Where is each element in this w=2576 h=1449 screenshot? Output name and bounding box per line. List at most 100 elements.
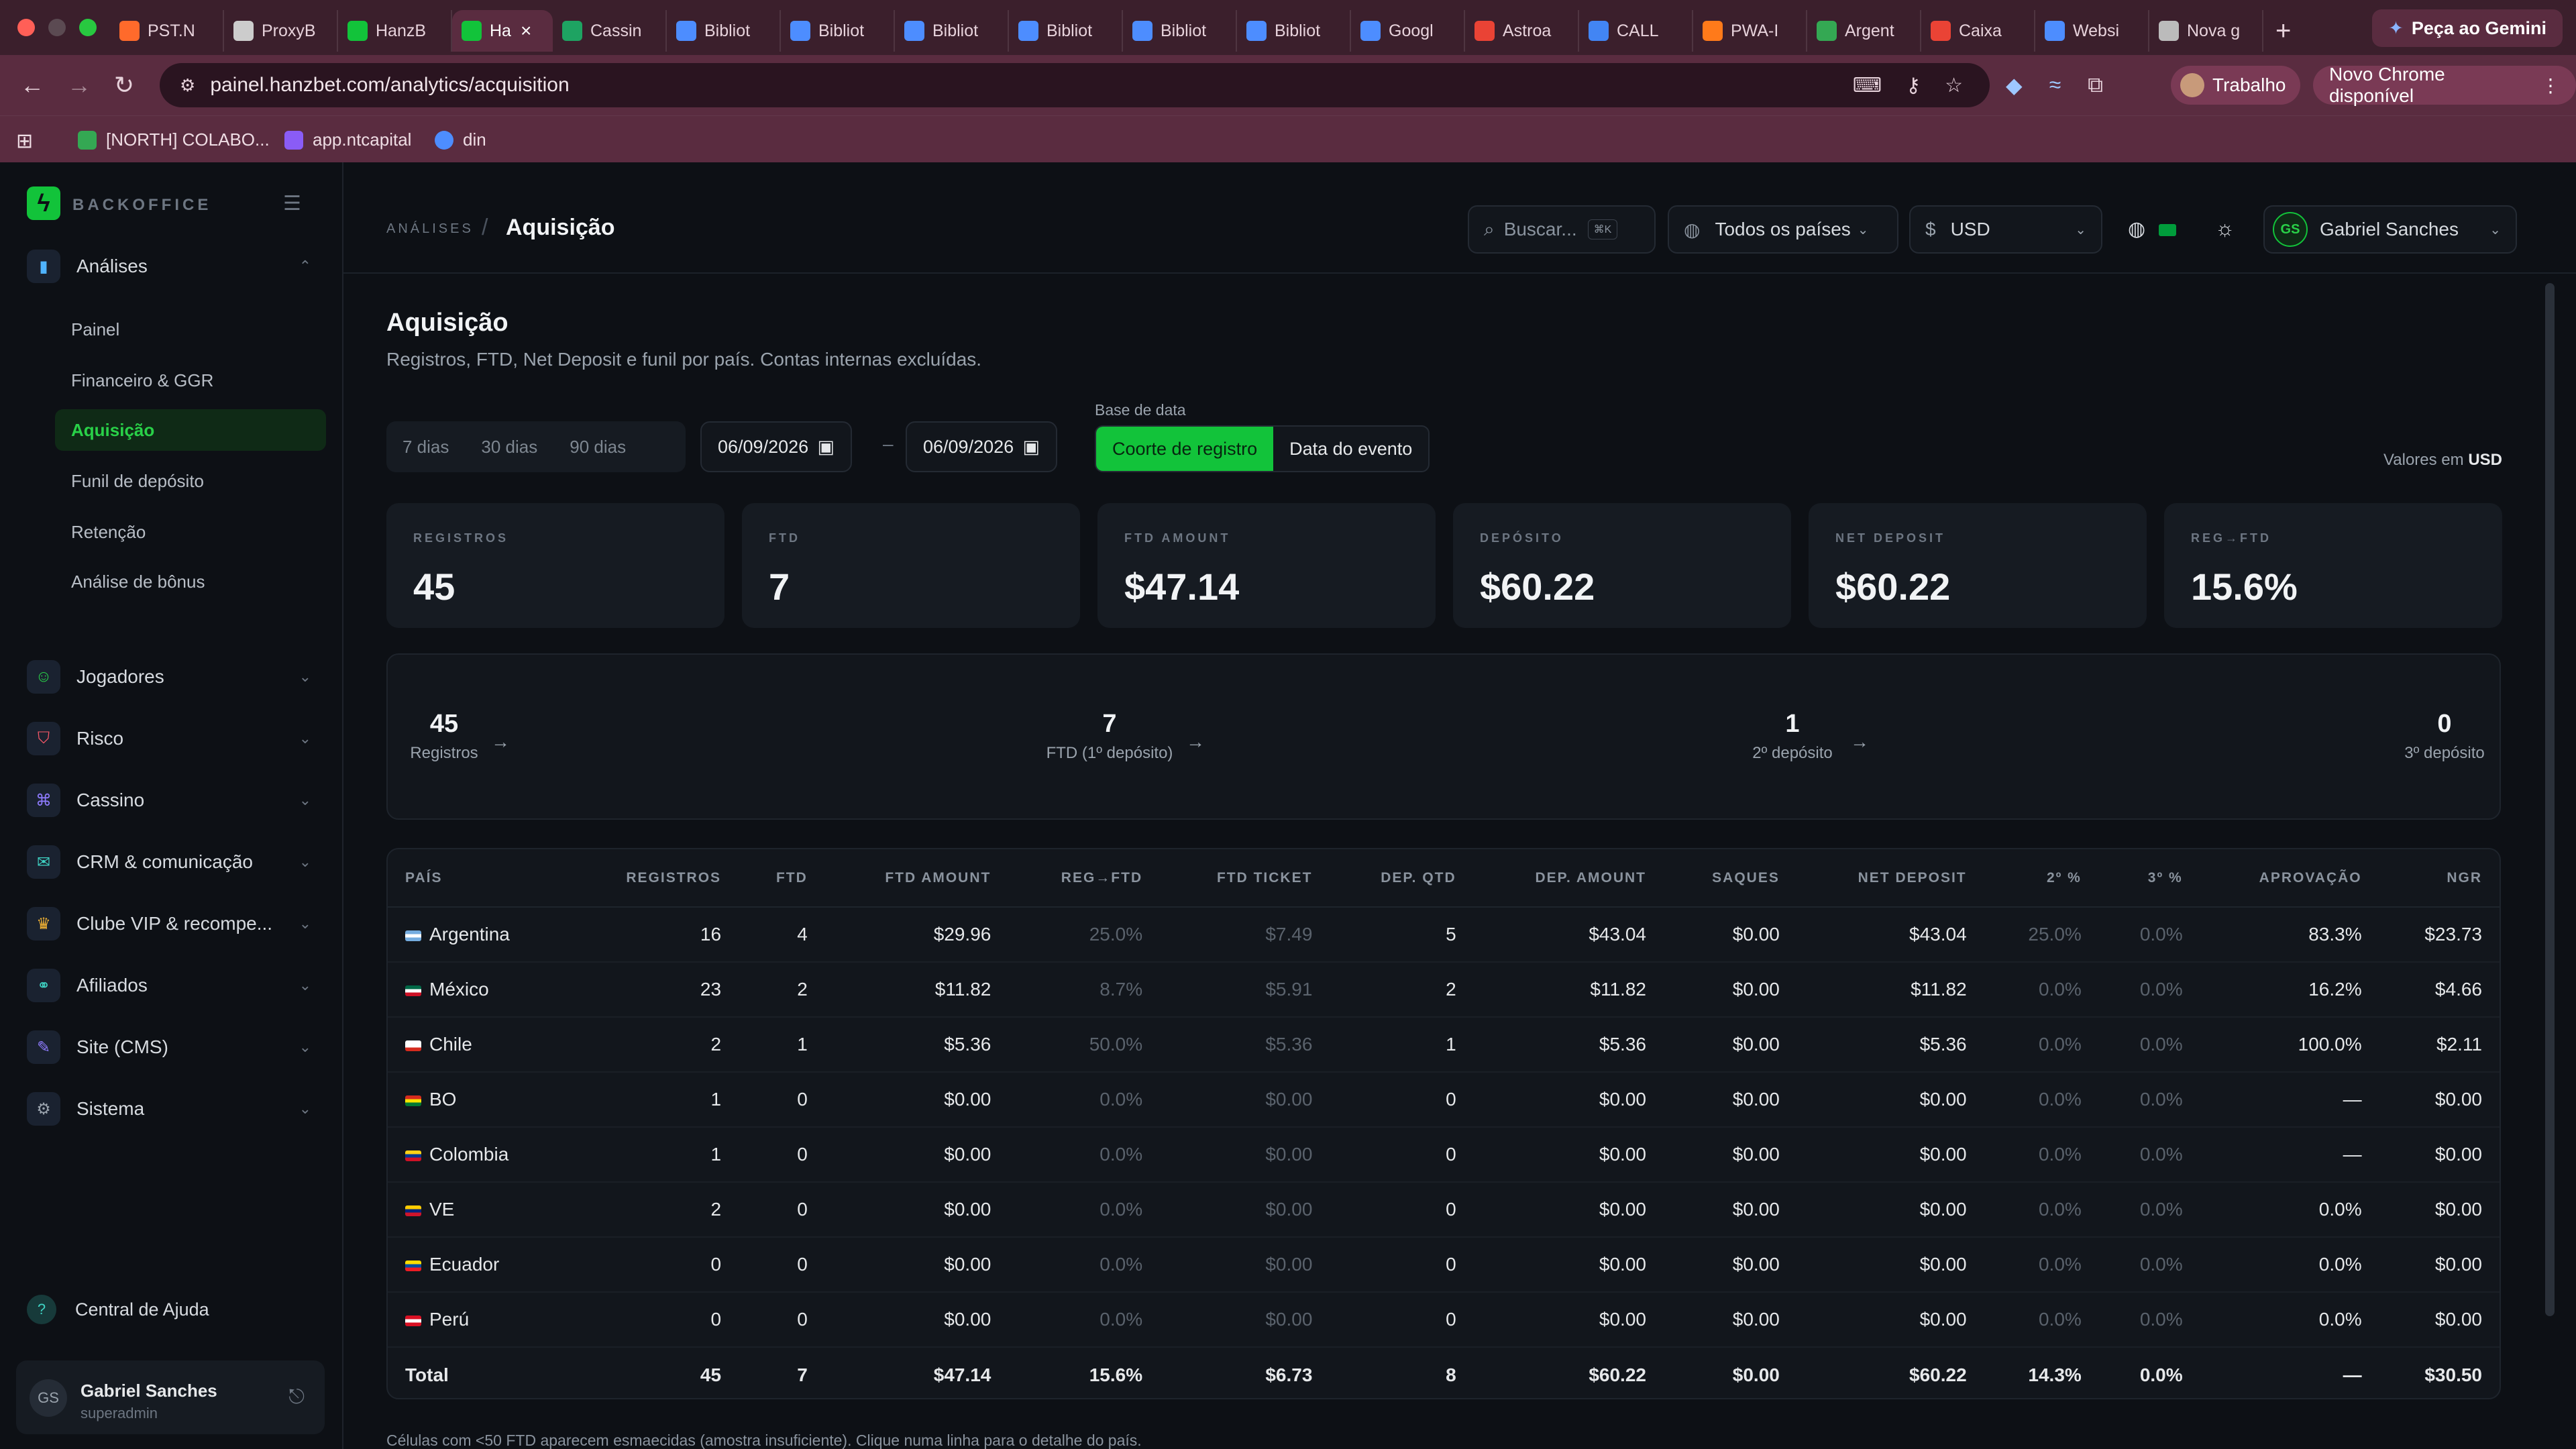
- back-arrow-icon[interactable]: ←: [20, 71, 44, 99]
- theme-sun-icon[interactable]: ☼: [2215, 216, 2235, 241]
- url-text[interactable]: painel.hanzbet.com/analytics/acquisition: [210, 74, 569, 97]
- column-header[interactable]: PAÍS: [388, 849, 570, 908]
- browser-tab[interactable]: Argent: [1807, 10, 1921, 52]
- new-tab-icon[interactable]: +: [2275, 16, 2291, 46]
- table-row[interactable]: BO 1 0 $0.00 0.0% $0.00 0 $0.00 $0.00 $0.00 0.0% 0.…: [388, 1072, 2500, 1128]
- chrome-update-button[interactable]: Novo Chrome disponível ⋮: [2313, 64, 2576, 106]
- bookmark-item[interactable]: [NORTH] COLABO...: [78, 129, 270, 150]
- window-minimize-button[interactable]: [48, 19, 66, 36]
- column-header[interactable]: 2º %: [1984, 849, 2099, 908]
- column-header[interactable]: SAQUES: [1663, 849, 1797, 908]
- site-info-icon[interactable]: ⚙: [180, 75, 195, 96]
- sidebar-group-jogadores[interactable]: ☺ Jogadores ⌄: [27, 653, 325, 700]
- extensions-puzzle-icon[interactable]: ⧉: [2088, 72, 2103, 98]
- column-header[interactable]: FTD TICKET: [1160, 849, 1330, 908]
- column-header[interactable]: FTD AMOUNT: [824, 849, 1009, 908]
- ask-gemini-button[interactable]: ✦ Peça ao Gemini: [2372, 9, 2563, 47]
- table-row[interactable]: Argentina 16 4 $29.96 25.0% $7.49 5 $43.04 $0.00…: [388, 907, 2500, 963]
- browser-tab[interactable]: Websi: [2035, 10, 2149, 52]
- calendar-icon[interactable]: ▣: [817, 437, 835, 458]
- browser-tab[interactable]: PST.N: [110, 10, 224, 52]
- table-row[interactable]: Chile 2 1 $5.36 50.0% $5.36 1 $5.36 $0.00 $5.36 0.…: [388, 1017, 2500, 1073]
- calendar-icon[interactable]: ▣: [1022, 437, 1040, 458]
- range-7d-button[interactable]: 7 dias: [386, 437, 465, 458]
- browser-tab[interactable]: Caixa: [1921, 10, 2035, 52]
- currency-select[interactable]: $ USD ⌄: [1909, 205, 2102, 254]
- browser-tab[interactable]: Bibliot: [667, 10, 781, 52]
- column-header[interactable]: NET DEPOSIT: [1796, 849, 1984, 908]
- translate-icon[interactable]: ⌨: [1853, 74, 1882, 97]
- sidebar-subitem[interactable]: Painel: [55, 309, 326, 350]
- browser-tab-active[interactable]: Ha ×: [452, 10, 553, 52]
- date-base-event-option[interactable]: Data do evento: [1273, 427, 1428, 471]
- sidebar-subitem[interactable]: Aquisição: [55, 409, 326, 451]
- collapse-sidebar-icon[interactable]: ☰: [283, 192, 301, 215]
- kebab-menu-icon[interactable]: ⋮: [2541, 74, 2560, 97]
- sidebar-subitem[interactable]: Funil de depósito: [55, 460, 326, 502]
- apps-grid-icon[interactable]: ⊞: [16, 129, 33, 153]
- profile-button[interactable]: Trabalho: [2171, 66, 2301, 105]
- sidebar-subitem[interactable]: Análise de bônus: [55, 561, 326, 602]
- browser-tab[interactable]: PWA-I: [1693, 10, 1807, 52]
- browser-tab[interactable]: Bibliot: [1237, 10, 1351, 52]
- sidebar-group-cassino[interactable]: ⌘ Cassino ⌄: [27, 777, 325, 824]
- column-header[interactable]: NGR: [2379, 849, 2500, 908]
- sidebar-group-afiliados[interactable]: ⚭ Afiliados ⌄: [27, 962, 325, 1009]
- browser-tab[interactable]: ProxyB: [224, 10, 338, 52]
- sidebar-group-risco[interactable]: ⛉ Risco ⌄: [27, 715, 325, 762]
- search-input[interactable]: ⌕ Buscar... ⌘K: [1468, 205, 1656, 254]
- brand-logo-icon[interactable]: ϟ: [27, 186, 60, 220]
- password-key-icon[interactable]: ⚷: [1906, 74, 1921, 97]
- browser-tab[interactable]: Bibliot: [895, 10, 1009, 52]
- date-to-input[interactable]: 06/09/2026 ▣: [906, 421, 1057, 472]
- help-center-link[interactable]: ? Central de Ajuda: [27, 1289, 209, 1330]
- extension-wave-icon[interactable]: ≈: [2049, 72, 2061, 98]
- browser-tab[interactable]: Bibliot: [1123, 10, 1237, 52]
- country-filter-select[interactable]: ◍ Todos os países ⌄: [1668, 205, 1898, 254]
- browser-tab[interactable]: Astroa: [1465, 10, 1579, 52]
- browser-tab[interactable]: CALL: [1579, 10, 1693, 52]
- browser-tab[interactable]: Nova g: [2149, 10, 2263, 52]
- sidebar-subitem[interactable]: Retenção: [55, 511, 326, 553]
- browser-tab[interactable]: Googl: [1351, 10, 1465, 52]
- column-header[interactable]: APROVAÇÃO: [2200, 849, 2379, 908]
- window-maximize-button[interactable]: [79, 19, 97, 36]
- extension-tag-icon[interactable]: ◆: [2006, 72, 2023, 98]
- table-row[interactable]: México 23 2 $11.82 8.7% $5.91 2 $11.82 $0.00 $11.…: [388, 962, 2500, 1018]
- logout-icon[interactable]: ⎋: [288, 1386, 305, 1409]
- column-header[interactable]: DEP. QTD: [1330, 849, 1474, 908]
- date-base-cohort-option[interactable]: Coorte de registro: [1096, 427, 1274, 471]
- reload-icon[interactable]: ↻: [114, 71, 134, 99]
- table-row[interactable]: VE 2 0 $0.00 0.0% $0.00 0 $0.00 $0.00 $0.00 0.0% 0.…: [388, 1182, 2500, 1238]
- column-header[interactable]: DEP. AMOUNT: [1473, 849, 1664, 908]
- column-header[interactable]: REG→FTD: [1008, 849, 1161, 908]
- bookmark-star-icon[interactable]: ☆: [1945, 74, 1963, 97]
- sidebar-user-card[interactable]: GS Gabriel Sanches superadmin ⎋: [16, 1360, 325, 1434]
- language-globe-icon[interactable]: ◍: [2128, 217, 2145, 241]
- breadcrumb-parent[interactable]: ANÁLISES: [386, 221, 474, 237]
- range-30d-button[interactable]: 30 dias: [465, 437, 553, 458]
- sidebar-group-sistema[interactable]: ⚙ Sistema ⌄: [27, 1085, 325, 1132]
- browser-tab[interactable]: Cassin: [553, 10, 667, 52]
- brazil-flag-icon[interactable]: [2159, 224, 2176, 236]
- sidebar-group-crm-comunica-o[interactable]: ✉ CRM & comunicação ⌄: [27, 839, 325, 885]
- date-from-input[interactable]: 06/09/2026 ▣: [700, 421, 852, 472]
- forward-arrow-icon[interactable]: →: [67, 71, 91, 99]
- browser-tab[interactable]: HanzB: [338, 10, 452, 52]
- sidebar-group-site-cms[interactable]: ✎ Site (CMS) ⌄: [27, 1024, 325, 1071]
- column-header[interactable]: FTD: [739, 849, 825, 908]
- tab-close-icon[interactable]: ×: [521, 20, 531, 42]
- user-menu[interactable]: GS Gabriel Sanches ⌄: [2263, 205, 2517, 254]
- browser-tab[interactable]: Bibliot: [781, 10, 895, 52]
- sidebar-group-clube-vip-recompe[interactable]: ♛ Clube VIP & recompe... ⌄: [27, 900, 325, 947]
- table-row[interactable]: Ecuador 0 0 $0.00 0.0% $0.00 0 $0.00 $0.00 $0.00 0…: [388, 1237, 2500, 1293]
- browser-tab[interactable]: Bibliot: [1009, 10, 1123, 52]
- window-close-button[interactable]: [17, 19, 35, 36]
- address-bar[interactable]: ⚙ painel.hanzbet.com/analytics/acquisiti…: [160, 63, 1990, 107]
- table-row[interactable]: Colombia 1 0 $0.00 0.0% $0.00 0 $0.00 $0.00 $0.00…: [388, 1127, 2500, 1183]
- table-row[interactable]: Perú 0 0 $0.00 0.0% $0.00 0 $0.00 $0.00 $0.00 0.0%…: [388, 1292, 2500, 1348]
- sidebar-group-an-lises[interactable]: ▮ Análises ⌃: [27, 243, 325, 290]
- column-header[interactable]: 3º %: [2098, 849, 2200, 908]
- range-90d-button[interactable]: 90 dias: [553, 437, 642, 458]
- sidebar-subitem[interactable]: Financeiro & GGR: [55, 360, 326, 401]
